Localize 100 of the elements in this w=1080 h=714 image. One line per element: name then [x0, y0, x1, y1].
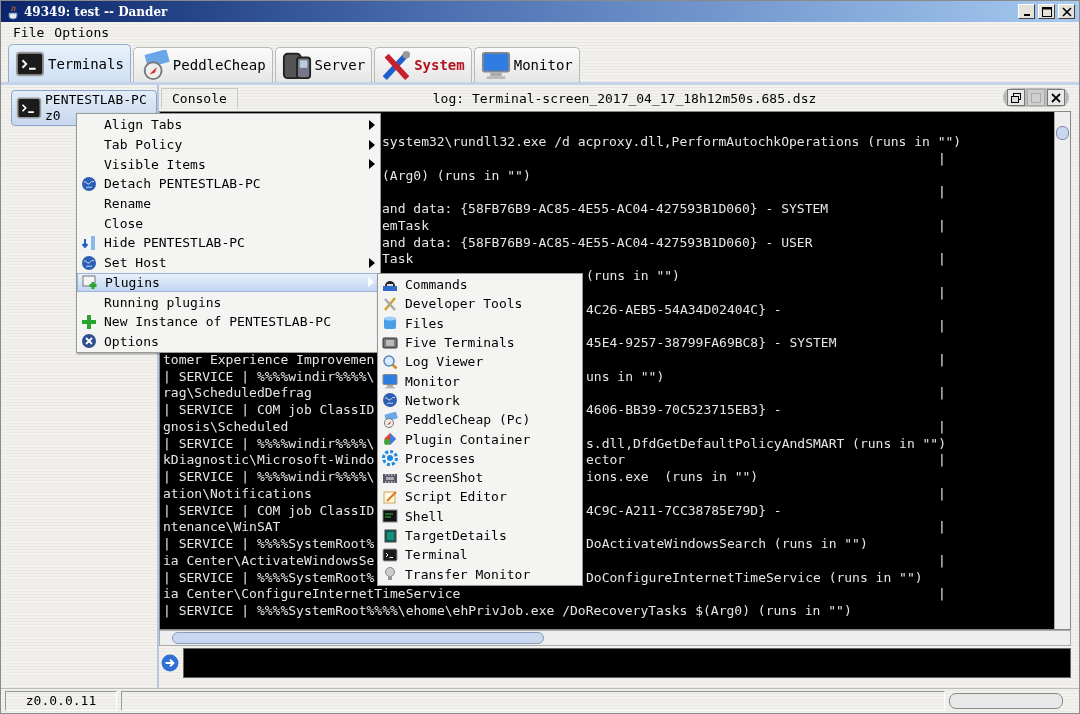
- monitor-icon: [480, 50, 511, 80]
- monitor-icon: [382, 373, 398, 390]
- minimize-icon: [1023, 13, 1030, 16]
- terminal-line: emTask: [382, 217, 429, 235]
- menu-item[interactable]: Developer Tools: [378, 294, 582, 314]
- close-button[interactable]: [1047, 89, 1065, 106]
- plus-icon: [81, 313, 97, 330]
- terminal-line: | SERVICE | %%%%windir%%%%\: [163, 435, 375, 453]
- close-icon: [1050, 91, 1062, 104]
- tab[interactable]: Monitor: [473, 47, 580, 82]
- menu-item[interactable]: Files: [378, 313, 582, 333]
- terminal-line: ector: [586, 452, 626, 469]
- tab[interactable]: Terminals: [8, 44, 131, 82]
- window-title: 49349: test -- Dander: [24, 4, 168, 19]
- terminal-line: 4606-BB39-70C523715EB3} -: [586, 402, 782, 419]
- terminal-line: DoConfigureInternetTimeService (runs in ""): [586, 569, 923, 587]
- tab[interactable]: Server: [274, 47, 373, 82]
- terminal-line: DoActivateWindowsSearch (runs in ""): [586, 536, 868, 553]
- column-separator: |: [938, 150, 946, 168]
- column-separator: |: [938, 284, 946, 302]
- menu-item[interactable]: PeddleCheap (Pc): [378, 410, 582, 430]
- menu-item[interactable]: TargetDetails: [378, 525, 582, 546]
- terminal-line: and data: {58FB76B9-AC85-4E55-AC04-427593B1D060} - USER: [382, 234, 813, 252]
- menu-item[interactable]: Commands: [378, 275, 582, 295]
- globe-icon: [81, 254, 97, 271]
- window-plus-icon: [82, 274, 98, 291]
- globe-icon: [81, 175, 97, 192]
- tab[interactable]: System: [374, 47, 472, 82]
- menu-item[interactable]: Log Viewer: [378, 352, 582, 372]
- terminal-line: tomer Experience Improvemen: [163, 351, 375, 369]
- menu-item[interactable]: Running plugins: [77, 292, 380, 312]
- terminal-line: gnosis\Scheduled: [163, 418, 289, 436]
- menu-item[interactable]: Options: [54, 24, 110, 40]
- command-field[interactable]: [183, 648, 1071, 678]
- column-separator: |: [938, 485, 946, 503]
- compass-icon: [382, 411, 398, 428]
- column-separator: |: [938, 351, 946, 369]
- menu-item[interactable]: Plugins: [77, 272, 380, 293]
- menu-item[interactable]: Network: [378, 390, 582, 411]
- terminal-line: kDiagnostic\Microsoft-Windo: [163, 452, 375, 469]
- submit-button[interactable]: [159, 652, 181, 674]
- menu-item[interactable]: File: [13, 24, 45, 40]
- terminal-line: | SERVICE | %%%%SystemRoot%: [163, 569, 375, 587]
- console-tab[interactable]: Console: [161, 88, 238, 108]
- menu-item[interactable]: Options: [77, 331, 380, 352]
- tab[interactable]: PeddleCheap: [132, 47, 273, 82]
- globe-icon: [382, 392, 398, 409]
- column-separator: |: [938, 217, 946, 235]
- terminal-line: | SERVICE | COM job ClassID: [163, 502, 375, 520]
- close-icon: [1061, 6, 1072, 17]
- maximize-icon: [1030, 91, 1042, 104]
- log-title: log: Terminal-screen_2017_04_17_18h12m50s.685.dsz: [432, 90, 817, 106]
- screen-icon: [382, 334, 398, 351]
- menu-item[interactable]: Rename: [77, 193, 380, 214]
- menu-item[interactable]: Terminal: [378, 545, 582, 565]
- column-separator: |: [938, 318, 946, 335]
- menu-item[interactable]: Tab Policy: [77, 134, 380, 155]
- arrow-down-icon: [81, 234, 97, 251]
- terminal-line: ions.exe (runs in ""): [586, 469, 759, 486]
- menu-item[interactable]: Five Terminals: [378, 332, 582, 353]
- terminal-line: and data: {58FB76B9-AC85-4E55-AC04-427593B1D060} - SYSTEM: [382, 201, 829, 218]
- note-icon: [382, 488, 398, 505]
- tools-icon: [381, 50, 412, 80]
- menu-item[interactable]: Set Host: [77, 252, 380, 273]
- menu-item[interactable]: Script Editor: [378, 487, 582, 507]
- menu-item[interactable]: Close: [77, 213, 380, 234]
- menu-item[interactable]: Transfer Monitor: [378, 564, 582, 584]
- menu-item[interactable]: Plugin Container: [378, 429, 582, 449]
- minimize-button[interactable]: [1018, 4, 1035, 19]
- chip-icon: [382, 527, 398, 544]
- gear-icon: [382, 450, 398, 467]
- terminal-line: uns in ""): [586, 368, 665, 386]
- menu-item[interactable]: Hide PENTESTLAB-PC: [77, 233, 380, 253]
- terminal-line: rag\ScheduledDefrag: [163, 385, 312, 402]
- bulb-icon: [382, 566, 398, 583]
- column-separator: |: [938, 552, 946, 570]
- horizontal-scrollbar[interactable]: [159, 630, 1071, 646]
- terminal-line: (runs in ""): [586, 268, 680, 285]
- terminal-line: ntenance\WinSAT: [163, 519, 281, 536]
- terminal-line: | SERVICE | COM job ClassID: [163, 402, 375, 419]
- column-separator: |: [938, 251, 946, 268]
- terminal-line: ia Center\ActivateWindowsSe: [163, 552, 375, 570]
- column-separator: |: [938, 452, 946, 469]
- menu-item[interactable]: ScreenShot: [378, 467, 582, 488]
- terminal-icon: [16, 95, 42, 121]
- menu-item[interactable]: New Instance of PENTESTLAB-PC: [77, 311, 380, 332]
- terminal-line: ation\Notifications: [163, 485, 312, 503]
- maximize-icon: [1041, 6, 1052, 17]
- handheld-icon: [281, 50, 312, 80]
- terminal-line: system32\rundll32.exe /d acproxy.dll,PerformAutochkOperations (runs in ""): [382, 134, 962, 151]
- menu-item[interactable]: Processes: [378, 448, 582, 468]
- vertical-scrollbar[interactable]: [1054, 112, 1070, 629]
- restore-icon: [1010, 91, 1022, 104]
- menu-item[interactable]: Visible Items: [77, 154, 380, 175]
- menu-item[interactable]: Shell: [378, 506, 582, 526]
- menu-item[interactable]: Detach PENTESTLAB-PC: [77, 174, 380, 194]
- terminal-line: | SERVICE | %%%%windir%%%%\: [163, 368, 375, 386]
- restore-button[interactable]: [1007, 89, 1025, 106]
- terminal-line: | SERVICE | %%%%SystemRoot%: [163, 536, 375, 553]
- menu-item[interactable]: Monitor: [378, 371, 582, 391]
